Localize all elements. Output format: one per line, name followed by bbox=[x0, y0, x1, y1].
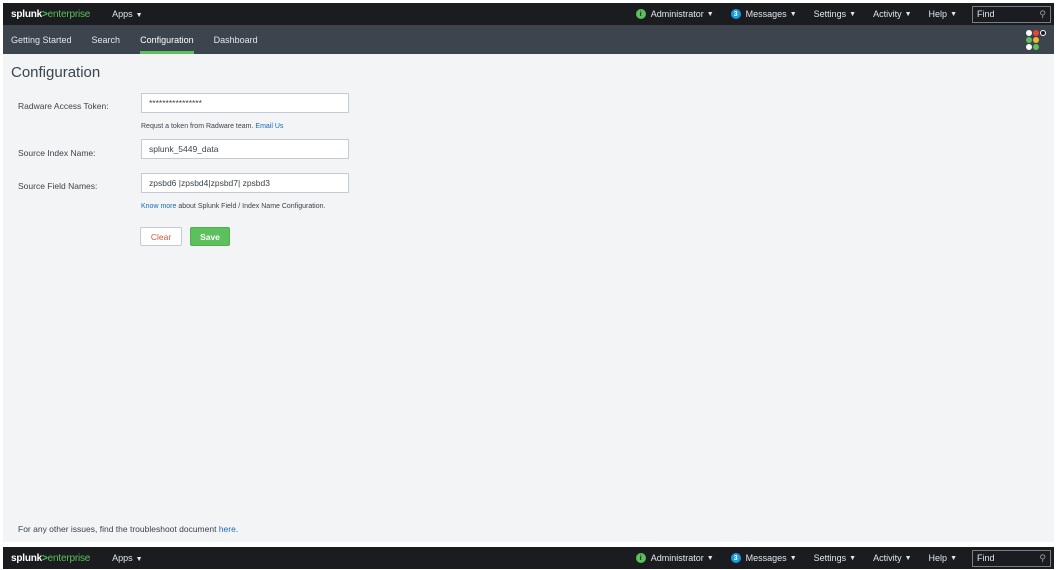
apps-label: Apps bbox=[112, 9, 133, 19]
caret-down-icon: ▼ bbox=[706, 10, 714, 18]
index-label: Source Index Name: bbox=[18, 148, 96, 158]
messages-menu[interactable]: 3 Messages ▼ bbox=[730, 9, 797, 19]
logo-brand: splunk bbox=[11, 552, 43, 564]
app-nav-bar: Getting Started Search Configuration Das… bbox=[3, 25, 1054, 54]
caret-down-icon: ▼ bbox=[706, 554, 714, 562]
caret-down-icon: ▼ bbox=[950, 554, 957, 562]
magnifier-icon[interactable]: ⚲ bbox=[1039, 553, 1046, 564]
caret-down-icon: ▼ bbox=[849, 10, 857, 18]
token-input[interactable] bbox=[141, 93, 349, 113]
activity-label: Activity bbox=[873, 9, 902, 19]
clear-button[interactable]: Clear bbox=[140, 227, 182, 246]
tab-configuration[interactable]: Configuration bbox=[130, 25, 204, 54]
logo-product: enterprise bbox=[47, 552, 91, 564]
activity-label: Activity bbox=[873, 553, 902, 563]
messages-label: Messages bbox=[745, 553, 787, 563]
help-label: Help bbox=[928, 553, 948, 563]
messages-label: Messages bbox=[745, 9, 787, 19]
settings-menu[interactable]: Settings ▼ bbox=[814, 9, 856, 19]
tab-dashboard[interactable]: Dashboard bbox=[204, 25, 268, 54]
caret-down-icon: ▼ bbox=[789, 10, 797, 18]
app-dots-icon bbox=[1024, 27, 1046, 51]
splunk-logo[interactable]: splunk>enterprise bbox=[11, 553, 90, 564]
splunk-logo[interactable]: splunk>enterprise bbox=[11, 9, 90, 20]
messages-count-badge: 3 bbox=[730, 9, 741, 19]
caret-down-icon: ▼ bbox=[135, 556, 143, 563]
settings-label: Settings bbox=[813, 9, 847, 19]
caret-down-icon: ▼ bbox=[950, 10, 957, 18]
index-input[interactable] bbox=[141, 139, 349, 159]
caret-down-icon: ▼ bbox=[849, 554, 857, 562]
save-button[interactable]: Save bbox=[190, 227, 230, 246]
logo-brand: splunk bbox=[11, 8, 43, 20]
caret-down-icon: ▼ bbox=[789, 554, 797, 562]
settings-label: Settings bbox=[813, 553, 847, 563]
fields-input[interactable] bbox=[141, 173, 349, 193]
help-menu[interactable]: Help ▼ bbox=[929, 9, 957, 19]
caret-down-icon: ▼ bbox=[904, 554, 912, 562]
find-box[interactable]: ⚲ bbox=[972, 5, 1051, 23]
caret-down-icon: ▼ bbox=[904, 10, 912, 18]
messages-menu[interactable]: 3 Messages ▼ bbox=[730, 553, 797, 563]
tab-getting-started[interactable]: Getting Started bbox=[3, 25, 82, 54]
fields-help-text: about Splunk Field / Index Name Configur… bbox=[178, 203, 326, 210]
info-icon: i bbox=[635, 553, 646, 563]
apps-menu[interactable]: Apps ▼ bbox=[112, 553, 142, 563]
find-input[interactable] bbox=[977, 9, 1032, 19]
apps-menu[interactable]: Apps ▼ bbox=[112, 9, 142, 19]
splunk-bottom-bar: splunk>enterprise Apps ▼ i Administrator ▼ … bbox=[3, 547, 1054, 569]
footer-text: For any other issues, find the troublesh… bbox=[18, 524, 217, 534]
tab-search[interactable]: Search bbox=[82, 25, 131, 54]
here-link[interactable]: here bbox=[219, 524, 236, 534]
email-us-link[interactable]: Email Us bbox=[255, 123, 283, 130]
find-input[interactable] bbox=[977, 553, 1032, 563]
help-label: Help bbox=[928, 9, 948, 19]
page-title: Configuration bbox=[11, 64, 101, 81]
page-content: Configuration Radware Access Token: Requ… bbox=[3, 54, 1054, 542]
token-label: Radware Access Token: bbox=[18, 101, 109, 111]
splunk-top-bar: splunk>enterprise Apps ▼ i Administrator ▼ … bbox=[3, 3, 1054, 25]
administrator-label: Administrator bbox=[650, 553, 704, 563]
fields-help: Know more about Splunk Field / Index Nam… bbox=[141, 203, 325, 210]
find-box[interactable]: ⚲ bbox=[972, 549, 1051, 567]
footer-end: . bbox=[235, 524, 239, 534]
info-icon: i bbox=[635, 9, 646, 19]
administrator-label: Administrator bbox=[650, 9, 704, 19]
magnifier-icon[interactable]: ⚲ bbox=[1039, 9, 1046, 20]
token-help: Requst a token from Radware team. Email … bbox=[141, 123, 283, 130]
apps-label: Apps bbox=[112, 553, 133, 563]
token-help-text: Requst a token from Radware team. bbox=[141, 123, 254, 130]
logo-product: enterprise bbox=[47, 8, 91, 20]
know-more-link[interactable]: Know more bbox=[141, 203, 176, 210]
settings-menu[interactable]: Settings ▼ bbox=[814, 553, 856, 563]
activity-menu[interactable]: Activity ▼ bbox=[873, 9, 911, 19]
fields-label: Source Field Names: bbox=[18, 181, 98, 191]
messages-count-badge: 3 bbox=[730, 553, 741, 563]
footer-note: For any other issues, find the troublesh… bbox=[18, 524, 238, 534]
administrator-menu[interactable]: i Administrator ▼ bbox=[635, 9, 714, 19]
administrator-menu[interactable]: i Administrator ▼ bbox=[635, 553, 714, 563]
caret-down-icon: ▼ bbox=[135, 12, 143, 19]
help-menu[interactable]: Help ▼ bbox=[929, 553, 957, 563]
activity-menu[interactable]: Activity ▼ bbox=[873, 553, 911, 563]
